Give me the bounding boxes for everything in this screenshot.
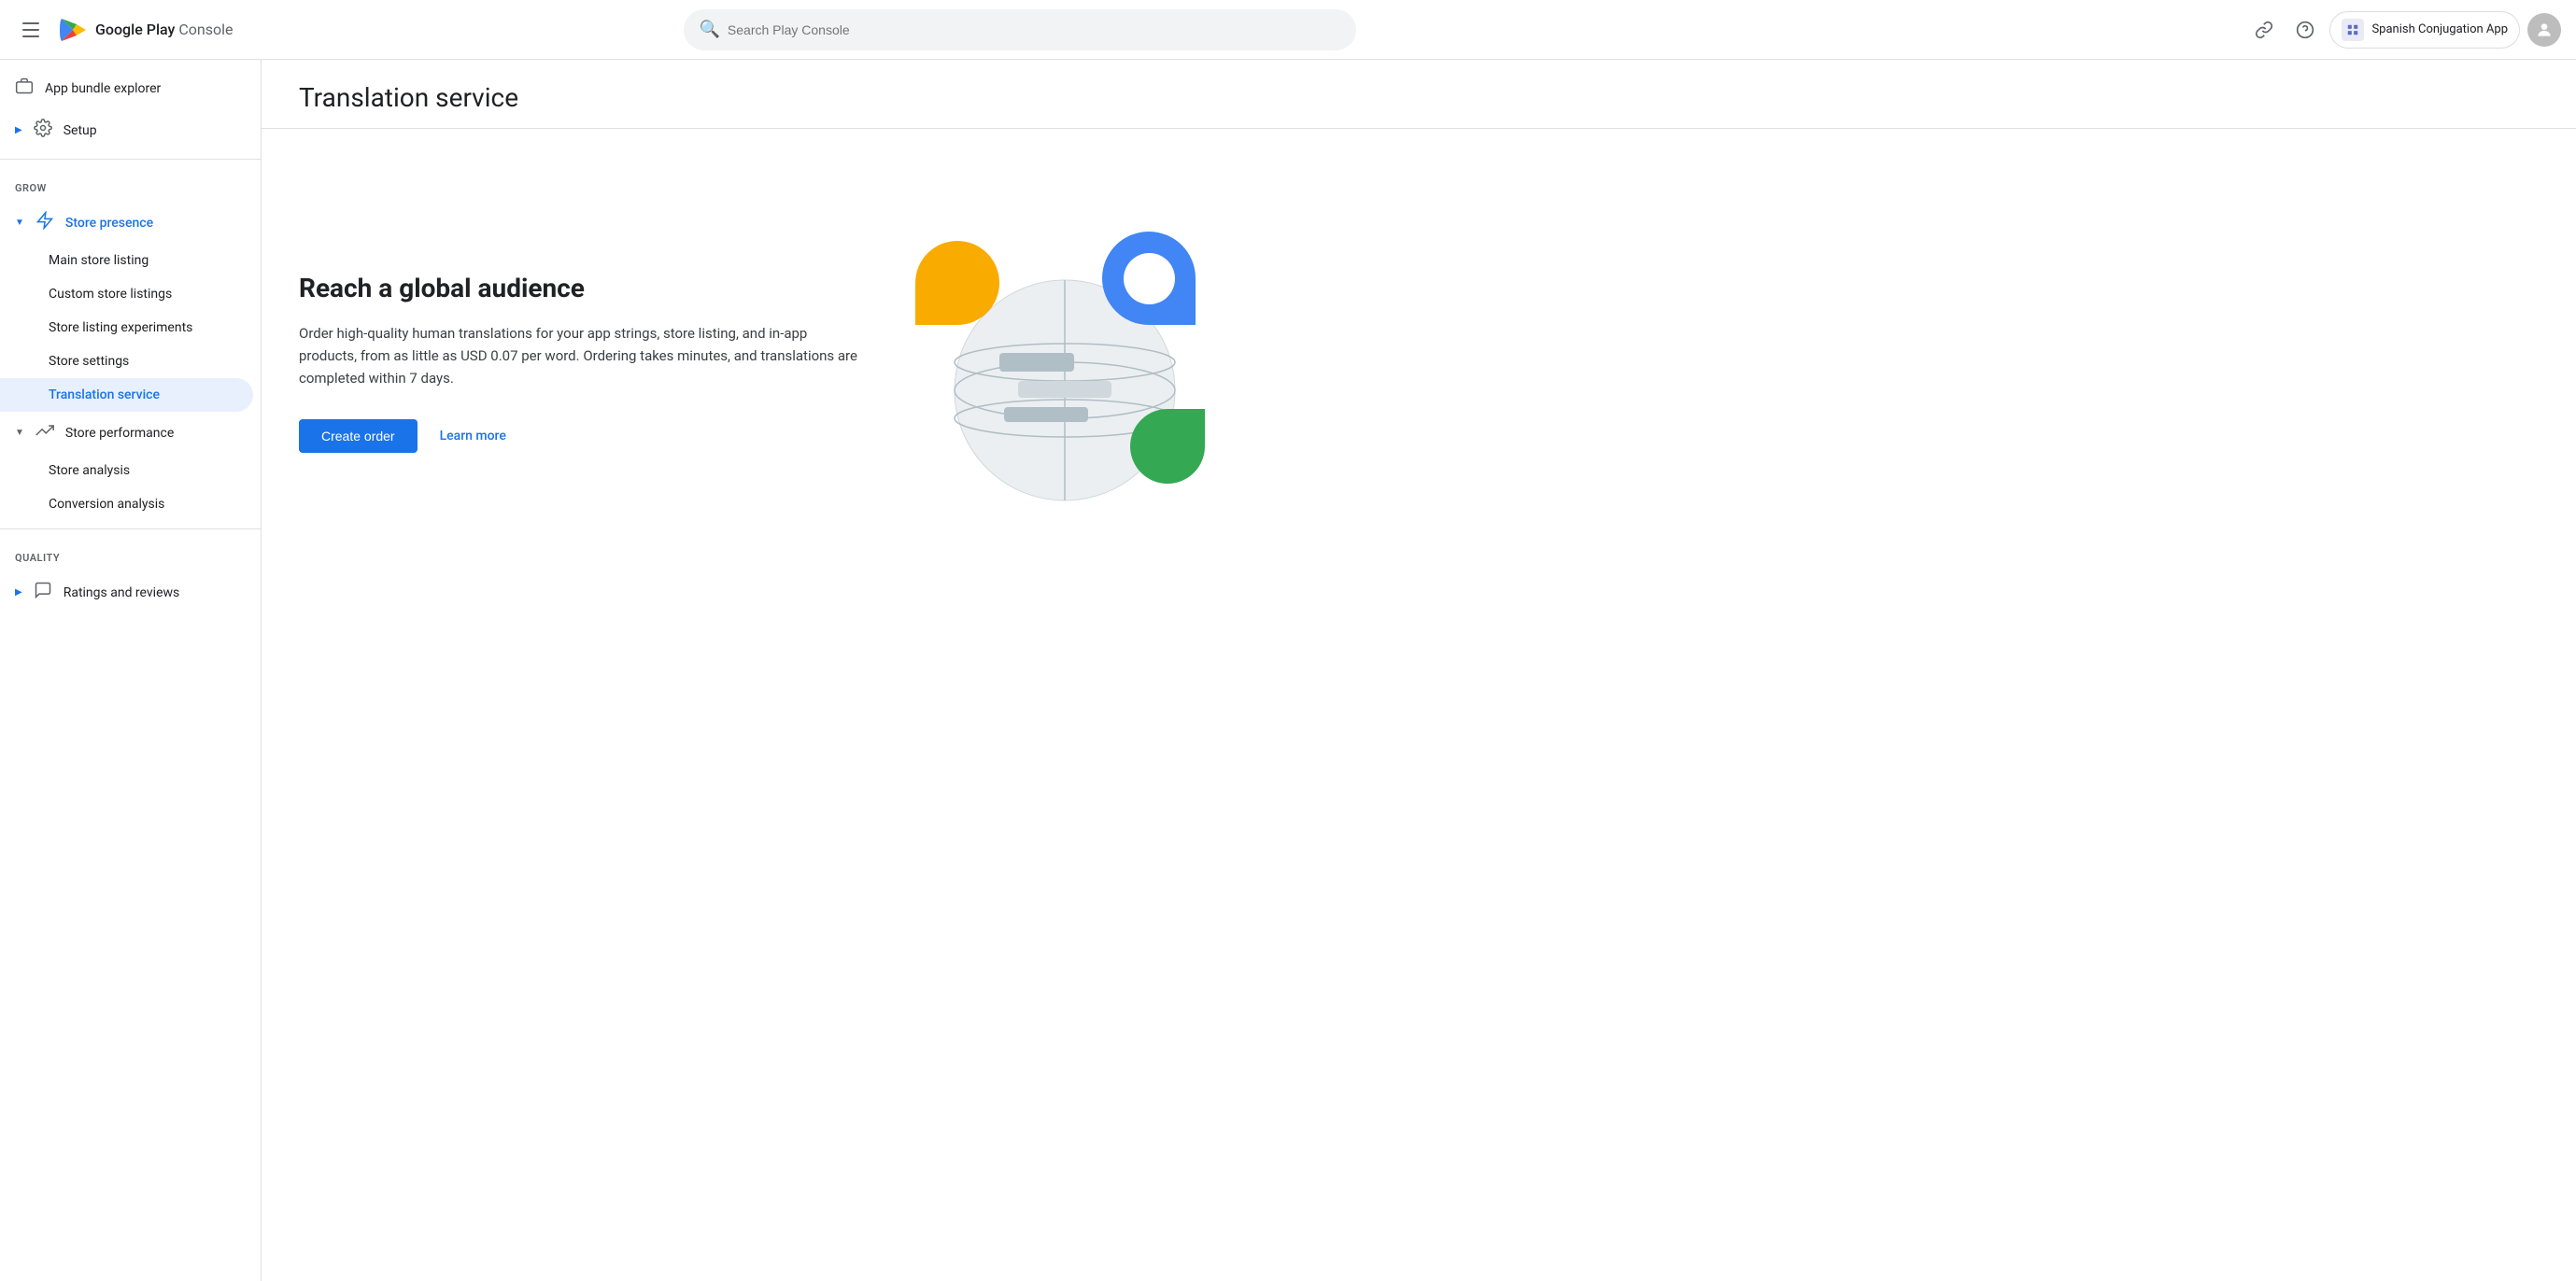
app-icon [2342, 19, 2364, 41]
sidebar-item-label: Store analysis [49, 463, 130, 478]
sidebar-item-label: App bundle explorer [45, 81, 161, 96]
sidebar-item-store-analysis[interactable]: Store analysis [0, 454, 253, 487]
search-bar[interactable]: 🔍 [684, 9, 1356, 50]
help-icon[interactable] [2288, 13, 2322, 47]
page-title: Translation service [299, 82, 2539, 113]
header: Google Play Console 🔍 Spanish Conjugatio… [0, 0, 2576, 60]
sidebar-item-custom-store-listings[interactable]: Custom store listings [0, 277, 253, 311]
learn-more-link[interactable]: Learn more [440, 429, 506, 443]
sidebar-item-label: Conversion analysis [49, 497, 164, 512]
expand-icon-reviews: ▶ [15, 587, 22, 598]
trending-up-icon [35, 421, 54, 444]
reach-description: Order high-quality human translations fo… [299, 322, 859, 389]
store-presence-icon [35, 211, 54, 234]
sidebar-item-store-performance[interactable]: ▼ Store performance [0, 412, 253, 454]
sidebar-item-label: Translation service [49, 387, 160, 402]
sidebar-item-app-bundle-explorer[interactable]: App bundle explorer [0, 67, 253, 109]
sidebar-item-store-listing-experiments[interactable]: Store listing experiments [0, 311, 253, 345]
google-play-logo-icon [58, 15, 88, 45]
main-actions: Create order Learn more [299, 419, 859, 453]
blue-bubble-inner [1124, 253, 1175, 304]
logo-text: Google Play Console [95, 21, 234, 38]
yellow-bubble-icon [915, 241, 999, 325]
illustration [859, 213, 1233, 512]
grow-section-label: Grow [0, 167, 261, 202]
green-bubble-icon [1130, 409, 1205, 484]
logo[interactable]: Google Play Console [58, 15, 234, 45]
blue-bubble-icon [1102, 232, 1196, 325]
main-text-block: Reach a global audience Order high-quali… [299, 273, 859, 453]
sidebar-divider-2 [0, 528, 261, 529]
sidebar-item-main-store-listing[interactable]: Main store listing [0, 244, 253, 277]
layout: App bundle explorer ▶ Setup Grow ▼ Store… [0, 60, 2576, 1281]
reviews-icon [34, 581, 52, 604]
sidebar-item-label: Custom store listings [49, 287, 172, 302]
sidebar-item-conversion-analysis[interactable]: Conversion analysis [0, 487, 253, 521]
sidebar-item-label: Ratings and reviews [64, 585, 180, 600]
main-header: Translation service [262, 60, 2576, 129]
sidebar-item-label: Store settings [49, 354, 129, 369]
sidebar-item-label: Setup [64, 123, 97, 138]
sidebar-item-store-settings[interactable]: Store settings [0, 345, 253, 378]
app-name-label: Spanish Conjugation App [2371, 22, 2508, 36]
user-avatar[interactable] [2527, 13, 2561, 47]
collapse-icon: ▼ [15, 218, 24, 228]
link-icon[interactable] [2247, 13, 2281, 47]
sidebar-item-translation-service[interactable]: Translation service [0, 378, 253, 412]
sidebar-item-label: Store presence [65, 216, 153, 231]
create-order-button[interactable]: Create order [299, 419, 418, 453]
sidebar-item-store-presence[interactable]: ▼ Store presence [0, 202, 253, 244]
main-body: Reach a global audience Order high-quali… [262, 129, 2576, 596]
sidebar-divider [0, 159, 261, 160]
search-input[interactable] [728, 22, 1342, 37]
quality-section-label: Quality [0, 537, 261, 571]
menu-button[interactable] [15, 15, 47, 45]
search-icon: 🔍 [699, 20, 719, 39]
sidebar: App bundle explorer ▶ Setup Grow ▼ Store… [0, 60, 262, 1281]
settings-icon [34, 119, 52, 142]
main-content: Translation service Reach a global audie… [262, 60, 2576, 1281]
bundle-icon [15, 77, 34, 100]
app-selector[interactable]: Spanish Conjugation App [2329, 11, 2520, 49]
sidebar-item-label: Store listing experiments [49, 320, 192, 335]
collapse-icon: ▼ [15, 428, 24, 438]
sidebar-item-setup[interactable]: ▶ Setup [0, 109, 253, 151]
reach-heading: Reach a global audience [299, 273, 859, 303]
sidebar-item-ratings-reviews[interactable]: ▶ Ratings and reviews [0, 571, 253, 613]
expand-icon: ▶ [15, 125, 22, 135]
header-actions: Spanish Conjugation App [2247, 11, 2561, 49]
sidebar-item-label: Store performance [65, 426, 174, 441]
sidebar-item-label: Main store listing [49, 253, 149, 268]
